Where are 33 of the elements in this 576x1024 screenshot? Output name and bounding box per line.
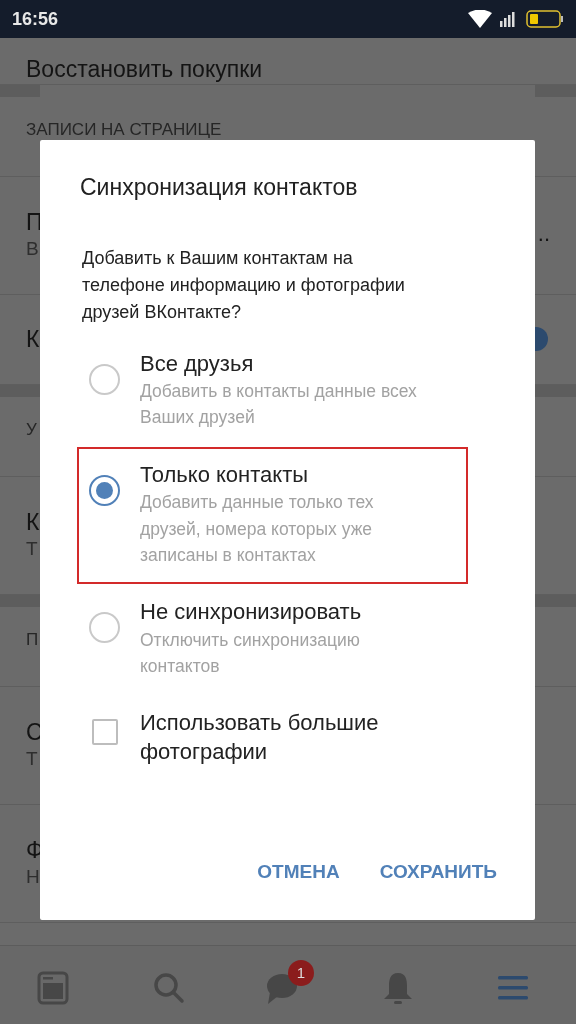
option-label: Использовать большие фотографии [140, 709, 380, 766]
battery-icon [526, 10, 564, 28]
wifi-icon [468, 10, 492, 28]
save-button[interactable]: СОХРАНИТЬ [367, 849, 509, 894]
section-header: У [26, 419, 37, 441]
chat-tab[interactable]: 1 [261, 960, 314, 1010]
section-header: ЗАПИСИ НА СТРАНИЦЕ [26, 119, 222, 141]
setting-value: .. [537, 220, 550, 248]
radio-button[interactable] [89, 363, 120, 395]
radio-button[interactable] [89, 474, 120, 506]
option-label: Только контакты [140, 460, 309, 489]
option-label: Не синхронизировать [140, 598, 362, 627]
setting-subtitle: В [26, 236, 39, 261]
cancel-button[interactable]: ОТМЕНА [245, 849, 352, 894]
news-icon [35, 970, 70, 1006]
option-description: Добавить в контакты данные всех Ваших друзей [140, 380, 418, 430]
radio-button[interactable] [89, 612, 120, 644]
dialog-title: Синхронизация контактов [79, 174, 359, 202]
setting-title: К [26, 325, 40, 354]
signal-icon [500, 11, 518, 27]
setting-subtitle: Т [26, 536, 38, 561]
option-label: Все друзья [140, 349, 254, 378]
option-description: Добавить данные только тех друзей, номера которых уже записаны в контактах [140, 491, 375, 567]
checkbox[interactable] [92, 719, 118, 746]
notification-badge: 1 [287, 960, 314, 986]
setting-subtitle: Т [26, 746, 38, 771]
setting-title: Восстановить покупки [26, 56, 263, 84]
dialog-message: Добавить к Вашим контактам на телефоне информацию и фотографии друзей ВКонтакте? [81, 246, 406, 324]
option-description: Отключить синхронизацию контактов [140, 628, 361, 678]
setting-title: К [26, 509, 40, 537]
status-time: 16:56 [12, 7, 59, 31]
setting-subtitle: Н [26, 864, 40, 889]
section-header: П [26, 629, 39, 651]
